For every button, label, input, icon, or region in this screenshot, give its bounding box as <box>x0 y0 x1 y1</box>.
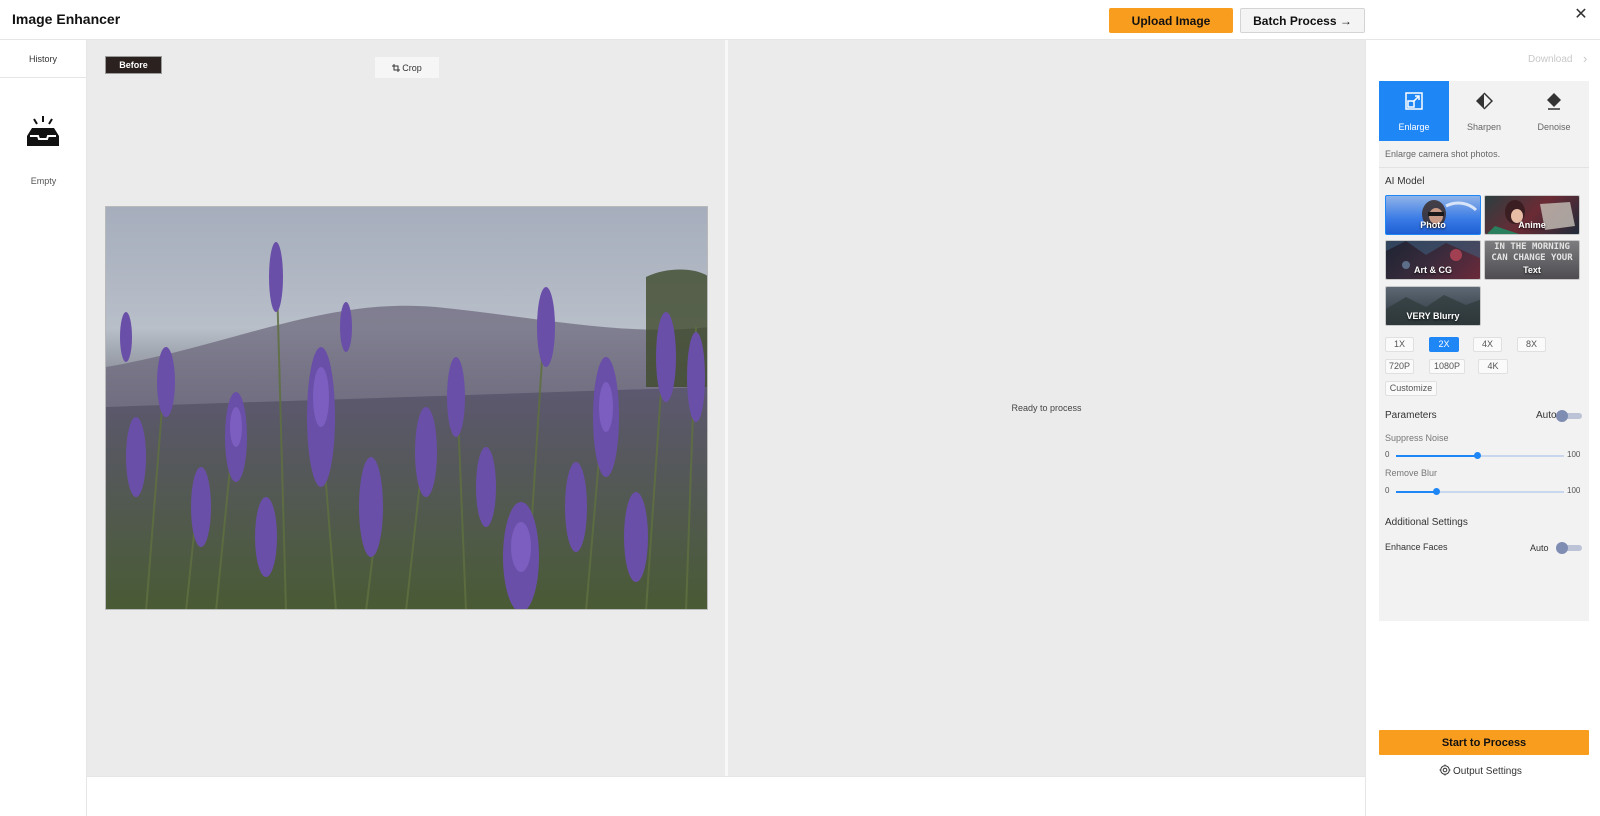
parameters-auto-toggle[interactable] <box>1556 410 1582 422</box>
mode-tabs: Enlarge Sharpen Denoise <box>1379 81 1589 141</box>
model-text-label: Text <box>1523 265 1541 275</box>
chevron-right-icon: › <box>1583 51 1588 66</box>
gear-icon <box>1439 764 1451 776</box>
history-empty-label: Empty <box>30 176 57 186</box>
tab-denoise-label: Denoise <box>1537 122 1571 132</box>
crop-label: Crop <box>402 62 422 73</box>
settings-card: Enlarge Sharpen Denoise Enlarge camera s… <box>1379 81 1589 621</box>
lavender-field-photo <box>106 207 707 609</box>
batch-process-button[interactable]: Batch Process → <box>1240 8 1365 33</box>
scale-1x[interactable]: 1X <box>1385 337 1414 352</box>
customize-button[interactable]: Customize <box>1385 381 1437 396</box>
enlarge-icon <box>1405 92 1423 110</box>
crop-button[interactable]: Crop <box>375 57 439 78</box>
suppress-noise-label: Suppress Noise <box>1385 433 1449 443</box>
ready-to-process-text: Ready to process <box>1011 403 1082 413</box>
ai-model-title: AI Model <box>1385 176 1425 187</box>
enhance-faces-toggle[interactable] <box>1556 542 1582 554</box>
app-window: Image Enhancer Upload Image Batch Proces… <box>0 0 1600 816</box>
divider <box>1379 167 1589 168</box>
suppress-noise-min: 0 <box>1385 450 1390 459</box>
enhance-faces-auto-label: Auto <box>1530 543 1549 553</box>
model-very-blurry-label: VERY Blurry <box>1406 311 1460 321</box>
tab-denoise[interactable]: Denoise <box>1519 81 1589 141</box>
remove-blur-label: Remove Blur <box>1385 468 1438 478</box>
download-button[interactable]: Download <box>1528 54 1572 65</box>
suppress-noise-slider[interactable] <box>1396 452 1564 459</box>
model-art-cg[interactable]: Art & CG <box>1385 240 1481 280</box>
model-art-cg-label: Art & CG <box>1414 265 1452 275</box>
model-text[interactable]: IN THE MORNING CAN CHANGE YOUR Text <box>1484 240 1580 280</box>
scale-4x[interactable]: 4X <box>1473 337 1502 352</box>
canvas-bottom-strip <box>87 776 1365 816</box>
slider-thumb[interactable] <box>1433 488 1441 495</box>
tab-enlarge-label: Enlarge <box>1398 122 1430 132</box>
resolution-1080p[interactable]: 1080P <box>1429 359 1465 374</box>
model-photo-label: Photo <box>1420 220 1446 230</box>
remove-blur-max: 100 <box>1567 486 1581 495</box>
model-very-blurry[interactable]: VERY Blurry <box>1385 286 1481 326</box>
mode-description: Enlarge camera shot photos. <box>1385 149 1501 159</box>
additional-settings-title: Additional Settings <box>1385 517 1468 528</box>
remove-blur-slider[interactable] <box>1396 488 1564 495</box>
slider-thumb[interactable] <box>1473 452 1481 459</box>
tab-enlarge[interactable]: Enlarge <box>1379 81 1449 141</box>
remove-blur-min: 0 <box>1385 486 1390 495</box>
app-title: Image Enhancer <box>12 11 121 27</box>
suppress-noise-max: 100 <box>1567 450 1581 459</box>
start-to-process-button[interactable]: Start to Process <box>1379 730 1589 755</box>
enhance-faces-label: Enhance Faces <box>1385 542 1448 552</box>
resolution-720p[interactable]: 720P <box>1385 359 1414 374</box>
settings-panel: Download › Enlarge Sharpen Denoise Enlar… <box>1365 40 1600 816</box>
text-tile-banner: IN THE MORNING CAN CHANGE YOUR <box>1491 242 1573 263</box>
model-anime-label: Anime <box>1518 220 1546 230</box>
before-badge: Before <box>105 56 162 74</box>
tab-sharpen-label: Sharpen <box>1466 122 1502 132</box>
source-image <box>105 206 708 610</box>
upload-image-button[interactable]: Upload Image <box>1109 8 1233 33</box>
after-pane: Ready to process <box>728 40 1365 776</box>
model-anime[interactable]: Anime <box>1484 195 1580 235</box>
sharpen-icon <box>1476 92 1493 110</box>
model-photo[interactable]: Photo <box>1385 195 1481 235</box>
scale-8x[interactable]: 8X <box>1517 337 1546 352</box>
top-bar: Image Enhancer Upload Image Batch Proces… <box>0 0 1600 40</box>
history-sidebar: History Empty <box>0 40 87 816</box>
canvas-area: Before Crop Ready to process <box>87 40 1365 776</box>
denoise-icon <box>1547 93 1561 110</box>
history-tab[interactable]: History <box>0 40 86 78</box>
output-settings-label: Output Settings <box>1453 766 1522 777</box>
parameters-auto-label: Auto <box>1536 410 1557 421</box>
scale-2x[interactable]: 2X <box>1429 337 1459 352</box>
close-icon[interactable]: ✕ <box>1572 6 1590 24</box>
empty-inbox-icon <box>27 116 59 146</box>
parameters-title: Parameters <box>1385 410 1437 421</box>
output-settings-link[interactable]: Output Settings <box>1439 764 1522 778</box>
tab-sharpen[interactable]: Sharpen <box>1449 81 1519 141</box>
crop-icon <box>392 63 401 72</box>
resolution-4k[interactable]: 4K <box>1478 359 1508 374</box>
before-pane: Before Crop <box>87 40 725 776</box>
